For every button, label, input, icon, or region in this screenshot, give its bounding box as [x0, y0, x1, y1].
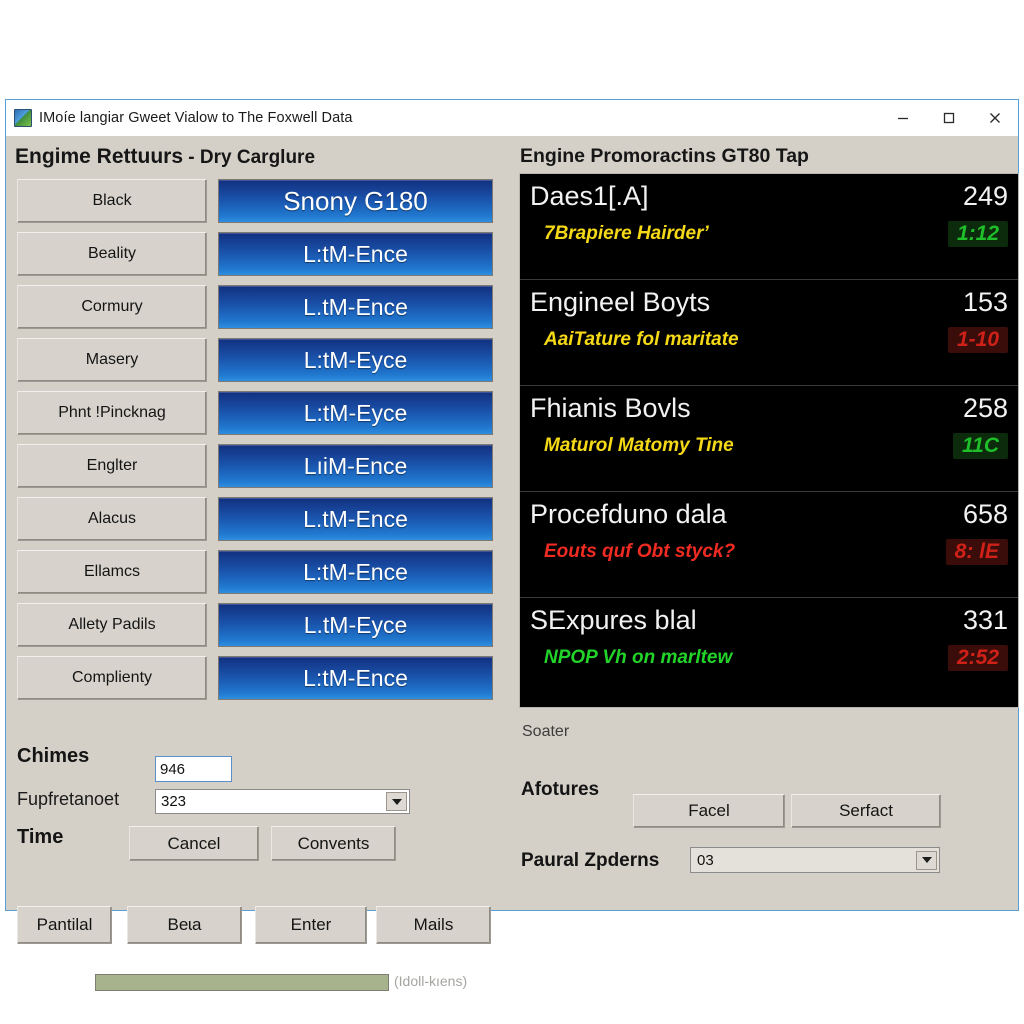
chimes-input[interactable]: 946: [155, 756, 232, 782]
readout-subtext: NPOP Vh on marltew: [544, 647, 733, 668]
chimes-label: Chimes: [17, 745, 90, 767]
serfact-button[interactable]: Serfact: [791, 794, 941, 828]
pantilal-button[interactable]: Pantilal: [17, 906, 112, 944]
grey-button-4[interactable]: Phnt !Pincknag: [17, 391, 207, 435]
grey-button-9[interactable]: Complienty: [17, 656, 207, 700]
chevron-down-icon[interactable]: [916, 850, 937, 870]
afotures-label: Afotures: [521, 779, 600, 800]
paural-combo[interactable]: 03: [690, 847, 940, 873]
soater-label: Soater: [522, 723, 570, 740]
readout-value: 153: [962, 287, 1008, 317]
grey-button-0[interactable]: Black: [17, 179, 207, 223]
enter-button[interactable]: Enter: [255, 906, 367, 944]
frequency-combo-value: 323: [161, 793, 187, 810]
readout-badge: 11C: [953, 433, 1008, 459]
readout-badge: 1:12: [947, 221, 1008, 247]
readout-badge: 8: lE: [945, 539, 1008, 565]
right-panel: Engine Promoractins GT80 Tap Daes1[.A] 2…: [510, 136, 1019, 910]
readout-subtext: 7Brapiere Hairderʼ: [544, 223, 709, 244]
paural-label: Paural Zpderns: [521, 850, 660, 871]
time-label: Time: [17, 826, 64, 848]
readout-subtext: Eouts quf Obt styck?: [544, 541, 736, 562]
blue-button-0[interactable]: Snony G180: [218, 179, 493, 223]
left-panel: Engime Rettuurs - Dry Carglure Black Bea…: [6, 136, 510, 991]
progress-label: (Idoll-kıens): [394, 973, 468, 989]
blue-button-9[interactable]: L:tM-Ence: [218, 656, 493, 700]
facel-button[interactable]: Facel: [633, 794, 785, 828]
readout-display: Daes1[.A] 249 7Brapiere Hairderʼ 1:12 En…: [519, 173, 1019, 708]
readout-value: 331: [962, 605, 1008, 635]
left-panel-title-sub: Dry Carglure: [199, 147, 316, 168]
left-panel-title-main: Engime Rettuurs: [15, 145, 184, 168]
blue-button-2[interactable]: L.tM-Ence: [218, 285, 493, 329]
grey-button-column: Black Beality Cormury Masery Phnt !Pinck…: [17, 179, 207, 709]
readout-row[interactable]: Fhianis Bovls 258 Maturol Matomy Tine 11…: [520, 386, 1018, 492]
close-icon[interactable]: [972, 100, 1018, 136]
readout-badge: 1-10: [947, 327, 1008, 353]
blue-button-4[interactable]: L:tM-Eyce: [218, 391, 493, 435]
chevron-down-icon[interactable]: [386, 792, 407, 811]
readout-value: 658: [962, 499, 1008, 529]
readout-row[interactable]: Engineel Boyts 153 AaiTature fol maritat…: [520, 280, 1018, 386]
window-controls: [880, 100, 1018, 136]
blue-button-8[interactable]: L.tM-Eyce: [218, 603, 493, 647]
maximize-icon[interactable]: [926, 100, 972, 136]
blue-button-6[interactable]: L.tM-Ence: [218, 497, 493, 541]
readout-value: 249: [962, 181, 1008, 211]
grey-button-3[interactable]: Masery: [17, 338, 207, 382]
readout-row[interactable]: Procefduno dala 658 Eouts quf Obt styck?…: [520, 492, 1018, 598]
mails-button[interactable]: Mails: [376, 906, 491, 944]
readout-row[interactable]: SExpures blal 331 NPOP Vh on marltew 2:5…: [520, 598, 1018, 704]
application-window: IMoíe langiar Gweet Vialow to The Foxwel…: [5, 99, 1019, 991]
grey-button-5[interactable]: Englter: [17, 444, 207, 488]
readout-name: Fhianis Bovls: [530, 393, 691, 423]
frequency-combo[interactable]: 323: [155, 789, 410, 814]
blue-button-5[interactable]: LıiM-Ence: [218, 444, 493, 488]
beta-button[interactable]: Beɩa: [127, 906, 242, 944]
title-bar: IMoíe langiar Gweet Vialow to The Foxwel…: [6, 100, 1018, 137]
readout-value: 258: [962, 393, 1008, 423]
grey-button-1[interactable]: Beality: [17, 232, 207, 276]
readout-name: Procefduno dala: [530, 499, 727, 529]
right-panel-title: Engine Promoractins GT80 Tap: [520, 145, 809, 167]
readout-row[interactable]: Daes1[.A] 249 7Brapiere Hairderʼ 1:12: [520, 174, 1018, 280]
readout-badge: 2:52: [947, 645, 1008, 671]
left-panel-title: Engime Rettuurs - Dry Carglure: [15, 145, 315, 169]
readout-name: SExpures blal: [530, 605, 697, 635]
paural-combo-value: 03: [697, 851, 714, 869]
progress-bar: [95, 974, 389, 991]
left-panel-title-sep: -: [183, 147, 200, 168]
readout-subtext: Maturol Matomy Tine: [544, 435, 734, 456]
blue-button-3[interactable]: L:tM-Eyce: [218, 338, 493, 382]
grey-button-6[interactable]: Alacus: [17, 497, 207, 541]
blue-button-1[interactable]: L:tM-Ence: [218, 232, 493, 276]
window-body: Engime Rettuurs - Dry Carglure Black Bea…: [6, 136, 1019, 991]
frequency-label: Fupfretanoet: [17, 789, 120, 809]
blue-button-column: Snony G180 L:tM-Ence L.tM-Ence L:tM-Eyce…: [218, 179, 493, 709]
blue-button-7[interactable]: L:tM-Ence: [218, 550, 493, 594]
app-icon: [14, 109, 32, 127]
readout-subtext: AaiTature fol maritate: [544, 329, 739, 350]
minimize-icon[interactable]: [880, 100, 926, 136]
grey-button-7[interactable]: Ellamcs: [17, 550, 207, 594]
readout-name: Daes1[.A]: [530, 181, 649, 211]
cancel-button[interactable]: Cancel: [129, 826, 259, 861]
readout-name: Engineel Boyts: [530, 287, 711, 317]
converts-button[interactable]: Convents: [271, 826, 396, 861]
grey-button-8[interactable]: Allety Padils: [17, 603, 207, 647]
window-title: IMoíe langiar Gweet Vialow to The Foxwel…: [39, 110, 353, 126]
grey-button-2[interactable]: Cormury: [17, 285, 207, 329]
